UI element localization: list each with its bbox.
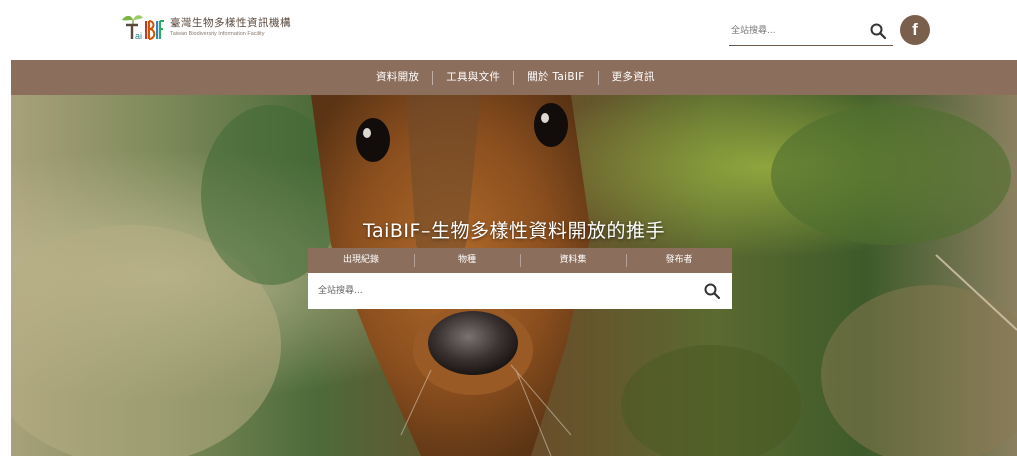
- nav-item-tools-docs[interactable]: 工具與文件: [433, 60, 513, 95]
- hero-title: TaiBIF–生物多樣性資料開放的推手: [363, 220, 665, 242]
- header-search: [729, 18, 893, 46]
- site-header: ai 臺灣生物多樣性資訊機構 Taiwan Biodiversity Infor…: [0, 0, 1017, 60]
- header-search-input[interactable]: [729, 20, 859, 42]
- logo-title: 臺灣生物多樣性資訊機構: [170, 16, 291, 29]
- logo-mark-icon: ai: [118, 12, 164, 42]
- tab-occurrence[interactable]: 出現紀錄: [308, 248, 414, 273]
- nav-item-open-data[interactable]: 資料開放: [363, 60, 432, 95]
- logo-subtitle: Taiwan Biodiversity Information Facility: [170, 30, 265, 37]
- taibif-logo[interactable]: ai 臺灣生物多樣性資訊機構 Taiwan Biodiversity Infor…: [118, 10, 291, 44]
- nav-item-about[interactable]: 關於 TaiBIF: [514, 60, 597, 95]
- facebook-icon[interactable]: f: [900, 15, 930, 45]
- main-nav: 資料開放 工具與文件 關於 TaiBIF 更多資訊: [11, 60, 1017, 95]
- tab-dataset[interactable]: 資料集: [520, 248, 626, 273]
- tab-species[interactable]: 物種: [414, 248, 520, 273]
- tab-publisher[interactable]: 發布者: [626, 248, 732, 273]
- hero-search-input[interactable]: [318, 280, 688, 302]
- svg-text:ai: ai: [135, 31, 142, 41]
- search-tabs: 出現紀錄 物種 資料集 發布者: [308, 248, 732, 273]
- hero-banner: TaiBIF–生物多樣性資料開放的推手 出現紀錄 物種 資料集 發布者: [11, 95, 1017, 456]
- nav-item-more-info[interactable]: 更多資訊: [599, 60, 668, 95]
- hero-search-panel: 出現紀錄 物種 資料集 發布者: [308, 248, 732, 309]
- search-icon[interactable]: [703, 282, 721, 300]
- hero-search-box: [308, 273, 732, 309]
- search-icon[interactable]: [869, 22, 887, 40]
